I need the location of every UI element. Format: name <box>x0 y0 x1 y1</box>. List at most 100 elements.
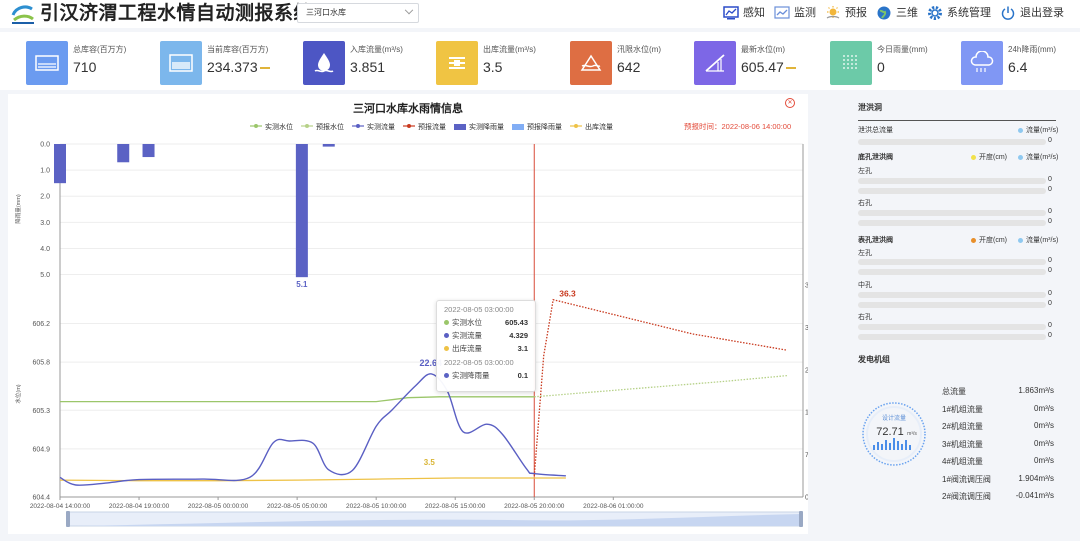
series-dot <box>444 320 449 325</box>
legend-item[interactable]: 预报降雨量 <box>512 122 562 132</box>
design-flow-gauge: 设计流量 72.71 m³/s <box>862 402 926 466</box>
globe-icon <box>877 6 891 20</box>
surface-gate-title: 表孔泄洪阀 <box>858 237 893 244</box>
nav-forecast[interactable]: 预报 <box>825 4 867 22</box>
legend-open: 开度(cm) <box>971 152 1007 162</box>
rain-bar <box>295 144 308 278</box>
legend-item[interactable]: 实测流量 <box>352 122 395 132</box>
nav-monitor[interactable]: 监测 <box>774 4 816 22</box>
rain-bar <box>142 144 155 158</box>
generator-row-label: 2#阀流调压阀 <box>942 492 991 501</box>
legend-swatch <box>403 123 415 131</box>
x-tick-label: 2022-08-05 20:00:00 <box>504 503 565 510</box>
gate-bar <box>858 292 1046 298</box>
chevron-down-icon <box>404 5 414 15</box>
generator-row-label: 1#阀流调压阀 <box>942 474 991 484</box>
legend-dot <box>1018 127 1023 133</box>
zoom-handle-left <box>66 511 70 527</box>
gate-bar <box>858 334 1046 340</box>
nav-logout[interactable]: 退出登录 <box>1000 4 1064 22</box>
trend-flat-icon <box>259 67 270 70</box>
legend-swatch <box>301 123 313 131</box>
legend-item[interactable]: 出库流量 <box>570 122 613 132</box>
divider <box>858 120 1056 121</box>
monitor-chart-icon <box>723 6 739 20</box>
top-nav: 感知 监测 预报 三维 系统管理 退出登录 <box>723 4 1064 22</box>
generator-row-value: 0m³/s <box>1034 456 1054 465</box>
reservoir-select[interactable]: 三河口水库 <box>297 3 419 23</box>
forecast-peak-label: 36.3 <box>559 289 576 299</box>
bottom-gate-right-label: 右孔 <box>858 200 872 207</box>
legend-swatch <box>352 123 364 131</box>
side-panel: 泄洪洞 泄洪总流量 流量(m³/s) 0 底孔泄洪阀 开度(cm) 流量(m³/… <box>858 103 1059 501</box>
flow-tick-label: 0.0 <box>805 495 808 502</box>
tooltip-row: 实测流量 4.329 <box>444 329 528 342</box>
rain-tick-label: 1.0 <box>40 168 50 175</box>
water-rain-chart[interactable]: 0.0 1.0 2.0 3.0 4.0 5.0 604.4 604.9 605.3 605.8 60… <box>8 94 808 534</box>
legend-item[interactable]: 实测降雨量 <box>454 122 504 132</box>
legend-item[interactable]: 预报流量 <box>403 122 446 132</box>
nav-system-admin[interactable]: 系统管理 <box>927 4 991 22</box>
rain-axis-title: 降雨量(mm) <box>14 194 22 223</box>
generator-row-value: 0m³/s <box>1034 421 1054 430</box>
x-tick-label: 2022-08-06 01:00:00 <box>583 503 644 510</box>
generator-row-label: 4#机组流量 <box>942 457 983 466</box>
generator-row-label: 1#机组流量 <box>942 404 983 414</box>
forecast-level-line <box>534 374 788 398</box>
x-tick-label: 2022-08-04 14:00:00 <box>30 503 91 510</box>
legend-dot <box>971 237 976 243</box>
legend-flow: 流量(m³/s) <box>1018 235 1058 245</box>
legend-swatch <box>454 124 466 130</box>
x-tick-label: 2022-08-05 00:00:00 <box>188 503 249 510</box>
series-dot <box>444 333 449 338</box>
chart-tooltip: 2022-08-05 03:00:00 实测水位 605.43 实测流量 4.329 出… <box>436 300 536 392</box>
rain-peak-label: 5.1 <box>296 280 308 289</box>
series-dot <box>444 373 449 378</box>
spillway-total-bar <box>858 139 1046 145</box>
level-tick-label: 604.4 <box>32 495 50 502</box>
surface-gate-left-label: 左孔 <box>858 250 872 257</box>
storage-icon <box>160 41 202 85</box>
legend-swatch <box>250 123 262 131</box>
gear-icon <box>928 6 942 20</box>
surface-gate-mid-label: 中孔 <box>858 282 872 289</box>
line-chart-icon <box>774 6 790 19</box>
legend-item[interactable]: 实测水位 <box>250 122 293 132</box>
flow-tick-label: 15.6 <box>805 410 808 417</box>
chart-legend: 实测水位 预报水位 实测流量 预报流量 实测降雨量 预报降雨量 出库流量 <box>250 122 613 132</box>
nav-3d[interactable]: 三维 <box>876 4 918 22</box>
legend-dot <box>1018 154 1023 160</box>
app-title: 引汉济渭工程水情自动测报系统 <box>40 3 314 24</box>
reservoir-icon <box>26 41 68 85</box>
level-tick-label: 604.9 <box>32 446 50 453</box>
close-icon[interactable]: ✕ <box>785 98 795 108</box>
tooltip-row: 实测水位 605.43 <box>444 316 528 329</box>
svg-text:设计流量: 设计流量 <box>882 414 906 422</box>
outflow-label: 3.5 <box>424 458 436 467</box>
generator-row-value: 0m³/s <box>1034 438 1054 448</box>
surface-gate-right-label: 右孔 <box>858 314 872 321</box>
generator-row-label: 2#机组流量 <box>942 422 983 431</box>
nav-perception[interactable]: 感知 <box>723 4 765 22</box>
rain-today-icon <box>830 41 872 85</box>
generator-row-value: 1.904m³/s <box>1018 473 1054 483</box>
gate-bar <box>858 220 1046 226</box>
legend-swatch <box>512 124 524 130</box>
generator-row-label: 3#机组流量 <box>942 439 983 449</box>
flow-tick-label: 31.2 <box>805 325 808 332</box>
chart-title: 三河口水库水雨情信息 <box>353 103 463 115</box>
rain-tick-label: 4.0 <box>40 246 50 253</box>
legend-dot <box>971 154 976 160</box>
x-tick-label: 2022-08-05 05:00:00 <box>267 503 328 510</box>
spillway-total-label: 泄洪总流量 <box>858 127 893 134</box>
legend-item[interactable]: 预报水位 <box>301 122 344 132</box>
rain-tick-label: 2.0 <box>40 194 50 201</box>
flood-limit-icon <box>570 41 612 85</box>
legend-open: 开度(cm) <box>971 235 1007 245</box>
generator-row-value: -0.041m³/s <box>1015 491 1054 500</box>
reservoir-select-value: 三河口水库 <box>306 8 346 17</box>
gate-bar <box>858 210 1046 216</box>
chart-panel: 0.0 1.0 2.0 3.0 4.0 5.0 604.4 604.9 605.3 605.8 60… <box>8 94 808 534</box>
rain-tick-label: 5.0 <box>40 272 50 279</box>
level-axis-title: 水位(m) <box>14 384 22 403</box>
